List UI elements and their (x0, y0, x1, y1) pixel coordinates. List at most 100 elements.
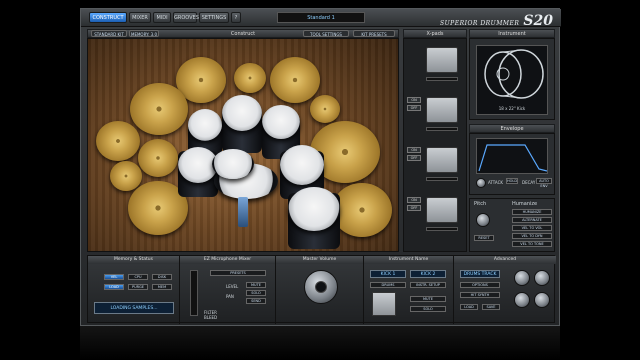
standard-kit-button[interactable]: STANDARD KIT (91, 30, 127, 37)
tab-midi[interactable]: MIDI (153, 12, 171, 23)
crash-cymbal-right[interactable] (270, 57, 320, 103)
send-button[interactable]: SEND (246, 298, 266, 304)
instrument-kick2-display[interactable]: KICK 2 (410, 270, 446, 278)
disk-button[interactable]: DISK (152, 274, 172, 280)
pad-on-button[interactable]: ON (407, 97, 421, 103)
tom-2[interactable] (222, 95, 262, 131)
small-hihat-cymbal[interactable] (110, 161, 142, 191)
mute-button[interactable]: MUTE (246, 282, 266, 288)
pan-label: PAN (226, 294, 234, 299)
instrument-preview: 18 x 22" Kick (476, 45, 548, 115)
mic-fader[interactable] (190, 270, 198, 316)
envelope-graph[interactable] (476, 138, 548, 174)
floor-tom-right[interactable] (280, 145, 324, 185)
pad-3-slider[interactable] (426, 177, 458, 181)
brand-version: S20 (523, 13, 553, 29)
pitch-humanize-panel: Pitch RESET Humanize HUMANIZE ALTERNATE … (469, 198, 555, 252)
pitch-reset-button[interactable]: RESET (474, 235, 494, 241)
tom-3[interactable] (262, 105, 300, 139)
pad-on-button[interactable]: ON (407, 147, 421, 153)
tab-mixer[interactable]: MIXER (129, 12, 151, 23)
instrument-caption: 18 x 22" Kick (498, 106, 526, 111)
memory-button[interactable]: MEMORY: 3.0 (129, 30, 159, 37)
master-volume-section: Master Volume (276, 256, 364, 324)
envelope-header: Envelope (469, 124, 555, 133)
tab-settings[interactable]: SETTINGS (199, 12, 229, 23)
drum-kit-stage (87, 38, 399, 252)
inst-solo-button[interactable]: SOLO (410, 306, 446, 312)
pad-off-button[interactable]: OFF (407, 205, 421, 211)
attack-label: ATTACK (488, 180, 504, 185)
small-splash-cymbal[interactable] (310, 95, 340, 123)
kick-drum-icon (484, 49, 544, 99)
cpu-button[interactable]: CPU (128, 274, 148, 280)
save-advanced-button[interactable]: SAVE (482, 304, 500, 310)
instr-setup-button[interactable]: INSTR. SETUP (410, 282, 446, 288)
splash-cymbal[interactable] (234, 63, 266, 93)
pad-1-slider[interactable] (426, 77, 458, 81)
floor-tom-low[interactable] (288, 187, 340, 231)
envelope-title: Envelope (500, 126, 524, 132)
tom-1[interactable] (188, 109, 222, 141)
mic-mixer-header: EZ Microphone Mixer (180, 256, 275, 264)
pad-1[interactable] (426, 47, 458, 73)
status-display: LOADING SAMPLES... (94, 302, 174, 314)
hihat-cymbal[interactable] (138, 139, 178, 177)
purge-button[interactable]: PURGE (128, 284, 148, 290)
instrument-header: Instrument (469, 29, 555, 38)
top-bar: CONSTRUCT MIXER MIDI GROOVES SETTINGS ? … (81, 9, 561, 29)
memory-status-section: Memory & Status VEL CPU DISK LOAD PURGE … (88, 256, 180, 324)
tab-grooves[interactable]: GROOVES (173, 12, 199, 23)
vel-to-dyn-toggle[interactable]: VEL TO DYN (512, 233, 552, 239)
vel-to-vol-toggle[interactable]: VEL TO VOL (512, 225, 552, 231)
hold-button[interactable]: HOLD (506, 178, 518, 184)
tab-construct[interactable]: CONSTRUCT (89, 12, 127, 23)
auto-env-button[interactable]: AUTO ENV (536, 178, 552, 188)
instrument-kick1-display[interactable]: KICK 1 (370, 270, 406, 278)
xpads-title: X-pads (426, 31, 444, 37)
vel-button[interactable]: VEL (104, 274, 124, 280)
attack-knob[interactable] (476, 178, 486, 188)
preset-selector[interactable]: Standard 1 (277, 12, 365, 23)
kick-pedal[interactable] (238, 197, 248, 227)
alternate-toggle[interactable]: ALTERNATE (512, 217, 552, 223)
advanced-knob-3[interactable] (514, 292, 530, 308)
pad-on-button[interactable]: ON (407, 197, 421, 203)
advanced-knob-1[interactable] (514, 270, 530, 286)
load-advanced-button[interactable]: LOAD (460, 304, 478, 310)
solo-button[interactable]: SOLO (246, 290, 266, 296)
pad-4[interactable] (426, 197, 458, 223)
drums-button[interactable]: DRUMS (370, 282, 406, 288)
drums-track-display[interactable]: DRUMS TRACK (460, 270, 500, 278)
help-button[interactable]: ? (231, 12, 241, 23)
tool-settings-button[interactable]: TOOL SETTINGS (303, 30, 349, 37)
mem-button[interactable]: MEM (152, 284, 172, 290)
hit-synth-button[interactable]: HIT SYNTH (460, 292, 500, 298)
vel-to-tone-toggle[interactable]: VEL TO TONE (512, 241, 552, 247)
options-button[interactable]: OPTIONS (460, 282, 500, 288)
snare-drum[interactable] (212, 149, 254, 179)
right-column: 18 x 22" Kick Envelope ATTACK HOLD DECAY… (469, 38, 555, 252)
pad-3[interactable] (426, 147, 458, 173)
pad-off-button[interactable]: OFF (407, 155, 421, 161)
advanced-knob-2[interactable] (534, 270, 550, 286)
memory-status-header: Memory & Status (88, 256, 179, 264)
pad-4-slider[interactable] (426, 227, 458, 231)
level-label: LEVEL (226, 284, 239, 289)
construct-title: Construct (230, 31, 256, 37)
crash-cymbal-far-right[interactable] (332, 183, 392, 237)
load-button[interactable]: LOAD (104, 284, 124, 290)
pad-2[interactable] (426, 97, 458, 123)
mic-presets-dropdown[interactable]: PRESETS (210, 270, 266, 276)
pad-off-button[interactable]: OFF (407, 105, 421, 111)
instrument-title: Instrument (498, 31, 526, 37)
advanced-knob-4[interactable] (534, 292, 550, 308)
stack-cymbal[interactable] (96, 121, 140, 161)
humanize-toggle[interactable]: HUMANIZE (512, 209, 552, 215)
pad-2-slider[interactable] (426, 127, 458, 131)
pitch-knob[interactable] (476, 213, 490, 227)
audition-pad[interactable] (372, 292, 396, 316)
kit-presets-button[interactable]: KIT PRESETS (353, 30, 395, 37)
china-cymbal[interactable] (130, 83, 188, 135)
inst-mute-button[interactable]: MUTE (410, 296, 446, 302)
